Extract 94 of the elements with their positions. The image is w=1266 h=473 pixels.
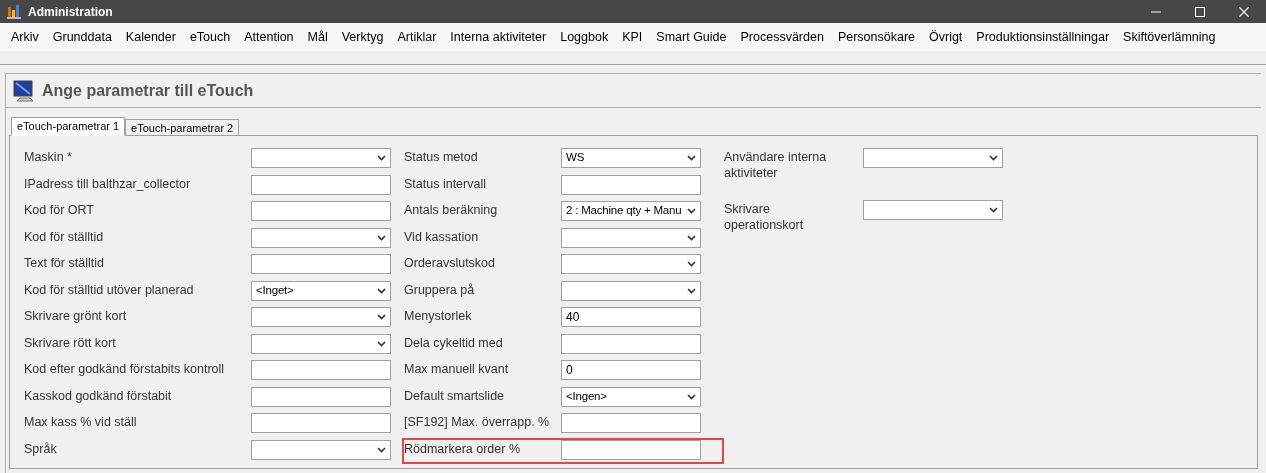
dropdown[interactable]: WS xyxy=(561,148,701,168)
text-field[interactable] xyxy=(561,333,701,354)
dropdown[interactable] xyxy=(561,280,701,301)
chevron-down-icon xyxy=(687,208,696,214)
app-icon xyxy=(6,3,22,20)
menu-item[interactable]: Grunddata xyxy=(45,27,119,47)
field-label: Kasskod godkänd förstabit xyxy=(24,387,173,404)
text-field[interactable] xyxy=(251,254,391,274)
dropdown[interactable] xyxy=(251,227,391,248)
menu-item[interactable]: Processvärden xyxy=(733,27,831,47)
text-field[interactable]: 0 xyxy=(561,360,701,380)
text-field[interactable]: 40 xyxy=(561,307,701,327)
field-label: Kod efter godkänd förstabits kontroll xyxy=(24,361,226,377)
dropdown[interactable]: <Ingen> xyxy=(561,386,701,407)
chevron-down-icon xyxy=(687,393,696,400)
menu-item[interactable]: Produktionsinställningar xyxy=(969,27,1117,47)
chevron-down-icon xyxy=(377,314,386,320)
field-label: Rödmarkera order % xyxy=(404,440,521,457)
text-field[interactable] xyxy=(251,201,391,221)
menu-item[interactable]: KPI xyxy=(615,27,650,47)
field-value: <Ingen> xyxy=(566,388,607,404)
field-label: Användare interna aktiviteter xyxy=(724,149,828,181)
field-label: Kod för ställtid utöver planerad xyxy=(24,281,195,298)
chevron-down-icon xyxy=(377,155,386,161)
menu-item[interactable]: Kalender xyxy=(118,27,183,47)
field-label: Språk xyxy=(24,440,58,457)
field-label: Skrivare operationskort xyxy=(724,201,805,233)
field-label: Max manuell kvant xyxy=(404,361,510,377)
menu-item[interactable]: Verktyg xyxy=(334,27,391,47)
field-label: Vid kassation xyxy=(404,228,480,245)
field-label: Text för ställtid xyxy=(24,255,105,271)
menu-item[interactable]: eTouch xyxy=(182,27,238,47)
chevron-down-icon xyxy=(377,340,386,347)
text-field[interactable] xyxy=(561,413,701,433)
menu-item[interactable]: Artiklar xyxy=(390,27,444,47)
chevron-down-icon xyxy=(687,155,696,161)
menu-item[interactable]: Loggbok xyxy=(553,27,616,47)
text-field[interactable] xyxy=(251,386,391,407)
field-label: Gruppera på xyxy=(404,281,476,298)
chevron-down-icon xyxy=(989,207,998,213)
chevron-down-icon xyxy=(377,234,386,241)
field-label: Menystorlek xyxy=(404,308,473,324)
field-label: Status metod xyxy=(404,149,479,165)
menu-item[interactable]: Övrigt xyxy=(922,27,970,47)
dropdown[interactable]: <Inget> xyxy=(251,280,391,301)
field-value: <Inget> xyxy=(256,282,294,298)
chevron-down-icon xyxy=(687,234,696,241)
chevron-down-icon xyxy=(687,261,696,267)
panel-title: Ange parametrar till eTouch xyxy=(42,80,254,101)
dropdown[interactable] xyxy=(251,439,391,460)
field-label: Skrivare rött kort xyxy=(24,334,117,351)
dropdown[interactable]: 2 : Machine qty + Manu xyxy=(561,201,701,221)
field-label: Kod för ORT xyxy=(24,202,95,218)
dropdown[interactable] xyxy=(561,254,701,274)
chevron-down-icon xyxy=(687,287,696,294)
field-label: Dela cykeltid med xyxy=(404,334,504,351)
field-label: Skrivare grönt kort xyxy=(24,308,128,324)
field-label: Status intervall xyxy=(404,175,487,192)
field-value: 2 : Machine qty + Manu xyxy=(566,203,682,219)
field-label: IPadress till balthzar_collector xyxy=(24,175,192,192)
menu-item[interactable]: Skiftöverlämning xyxy=(1116,27,1223,47)
chevron-down-icon xyxy=(377,446,386,453)
chevron-down-icon xyxy=(989,155,998,161)
dropdown[interactable] xyxy=(251,333,391,354)
maximize-icon[interactable] xyxy=(1195,6,1205,17)
field-label: Default smartslide xyxy=(404,387,506,404)
text-field[interactable] xyxy=(251,174,391,195)
menu-item[interactable]: Arkiv xyxy=(4,27,46,47)
field-label: [SF192] Max. överrapp. % xyxy=(404,414,551,430)
text-field[interactable] xyxy=(251,413,391,433)
close-icon[interactable] xyxy=(1239,6,1249,17)
field-label: Kod för ställtid xyxy=(24,228,105,245)
menu-item[interactable]: Attention xyxy=(237,27,301,47)
text-field[interactable] xyxy=(561,439,701,460)
window-title: Administration xyxy=(28,3,113,21)
dropdown[interactable] xyxy=(251,148,391,168)
dropdown[interactable] xyxy=(863,200,1003,220)
tab[interactable]: eTouch-parametrar 1 xyxy=(11,117,126,136)
text-field[interactable] xyxy=(561,174,701,195)
menu-item[interactable]: Mål xyxy=(300,27,335,47)
menu-item[interactable]: Interna aktiviteter xyxy=(443,27,554,47)
text-field[interactable] xyxy=(251,360,391,380)
field-label: Maskin * xyxy=(24,149,73,165)
chevron-down-icon xyxy=(377,287,386,294)
menu-item[interactable]: Personsökare xyxy=(830,27,922,47)
menu-item[interactable]: Smart Guide xyxy=(649,27,734,47)
dropdown[interactable] xyxy=(863,148,1003,168)
field-label: Max kass % vid ställ xyxy=(24,414,138,430)
monitor-icon xyxy=(12,78,36,103)
dropdown[interactable] xyxy=(251,307,391,327)
field-value: WS xyxy=(566,150,585,166)
field-label: Antals beräkning xyxy=(404,202,499,218)
field-label: Orderavslutskod xyxy=(404,255,496,271)
dropdown[interactable] xyxy=(561,227,701,248)
